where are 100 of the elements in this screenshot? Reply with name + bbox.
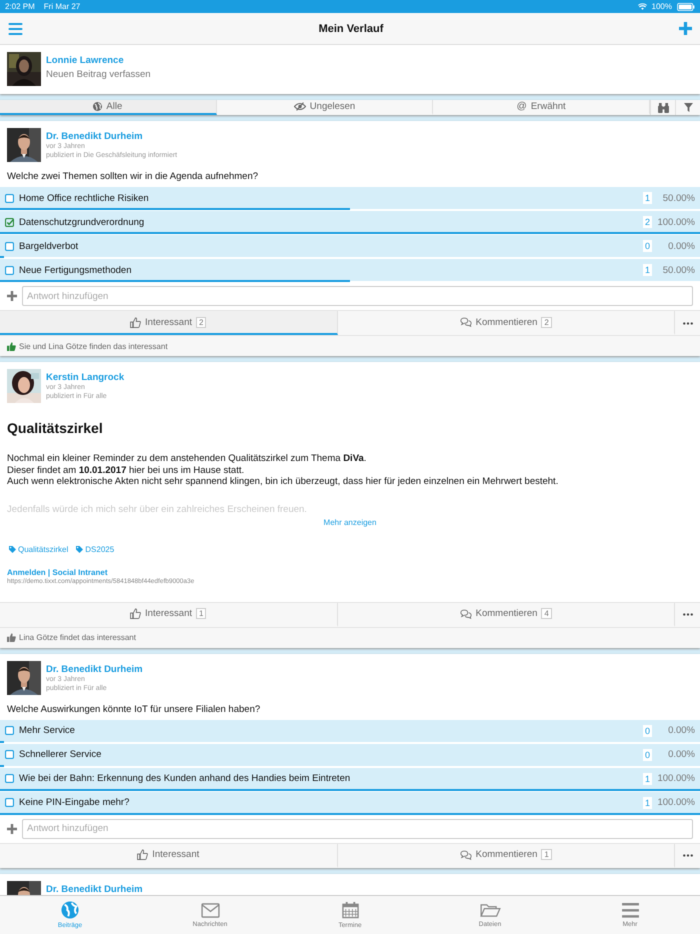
new-post-prompt[interactable]: Neuen Beitrag verfassen bbox=[46, 69, 151, 80]
menu-icon bbox=[622, 902, 638, 918]
checkbox[interactable] bbox=[5, 774, 14, 783]
post-title: Qualitätszirkel bbox=[7, 420, 104, 436]
calendar-icon bbox=[342, 901, 358, 919]
ellipsis-icon bbox=[682, 613, 692, 616]
like-count: 2 bbox=[196, 316, 206, 328]
poll-option[interactable]: Neue Fertigungsmethoden 1 50.00% bbox=[0, 259, 700, 281]
page-title: Mein Verlauf bbox=[318, 22, 384, 34]
vote-percent: 0.00% bbox=[667, 749, 695, 760]
poll-question: Welche Auswirkungen könnte IoT für unsere Filialen haben? bbox=[7, 704, 262, 714]
vote-count: 2 bbox=[642, 216, 652, 228]
poll-option[interactable]: Keine PIN-Eingabe mehr? 1 100.00% bbox=[0, 792, 700, 814]
comments-icon bbox=[460, 317, 472, 327]
add-button[interactable] bbox=[676, 20, 694, 37]
answer-input[interactable]: Antwort hinzufügen bbox=[22, 286, 693, 306]
vote-count: 0 bbox=[642, 748, 652, 760]
vote-percent: 100.00% bbox=[657, 216, 695, 228]
filter-tab[interactable]: @ Erwähnt bbox=[433, 100, 650, 115]
option-label: Keine PIN-Eingabe mehr? bbox=[19, 797, 130, 808]
option-label: Neue Fertigungsmethoden bbox=[19, 264, 132, 276]
checkbox[interactable] bbox=[5, 242, 14, 250]
checkbox[interactable] bbox=[5, 266, 14, 274]
vote-count: 1 bbox=[642, 772, 652, 784]
vote-count: 1 bbox=[642, 192, 652, 204]
thumbs-up-icon bbox=[130, 608, 142, 619]
vote-count: 0 bbox=[642, 724, 652, 736]
body-text: Nochmal ein kleiner Reminder zu dem anstehenden Qualitätszirkel zum Thema DiVa. bbox=[7, 453, 368, 464]
show-more-link[interactable]: Mehr anzeigen bbox=[300, 518, 400, 526]
vote-percent: 100.00% bbox=[657, 797, 695, 808]
tag-icon bbox=[76, 546, 84, 552]
vote-percent: 50.00% bbox=[662, 264, 695, 276]
thumbs-up-icon bbox=[137, 849, 148, 860]
poll-option[interactable]: Schnellerer Service 0 0.00% bbox=[0, 744, 700, 766]
globe-icon bbox=[93, 102, 102, 111]
filter-tab[interactable]: Alle bbox=[0, 100, 217, 115]
poll-question: Welche zwei Themen sollten wir in die Agenda aufnehmen? bbox=[7, 171, 260, 182]
like-count: 1 bbox=[196, 608, 206, 619]
option-label: Datenschutzgrundverordnung bbox=[19, 216, 146, 228]
author-name[interactable]: Dr. Benedikt Durheim bbox=[46, 131, 143, 142]
checkbox[interactable] bbox=[5, 726, 14, 735]
vote-percent: 100.00% bbox=[657, 773, 695, 784]
tag-link[interactable]: DS2025 bbox=[76, 544, 114, 554]
plus-icon bbox=[678, 22, 692, 35]
envelope-icon bbox=[200, 902, 220, 918]
link-title[interactable]: Anmelden | Social Intranet bbox=[7, 568, 108, 576]
poll-option[interactable]: Datenschutzgrundverordnung 2 100.00% bbox=[0, 211, 700, 233]
globe-icon bbox=[61, 901, 79, 919]
ellipsis-icon bbox=[682, 854, 692, 857]
vote-count: 1 bbox=[642, 264, 652, 276]
at-icon: @ bbox=[516, 101, 527, 112]
checkbox[interactable] bbox=[5, 218, 14, 226]
comments-icon bbox=[460, 608, 472, 618]
comment-count: 4 bbox=[541, 608, 552, 619]
checkbox[interactable] bbox=[5, 194, 14, 202]
likes-note: Lina Götze findet das interessant bbox=[19, 633, 136, 642]
plus-icon[interactable] bbox=[7, 291, 17, 301]
poll-option[interactable]: Bargeldverbot 0 0.00% bbox=[0, 235, 700, 257]
vote-percent: 0.00% bbox=[667, 725, 695, 736]
checkbox[interactable] bbox=[5, 798, 14, 807]
tag-icon bbox=[9, 546, 16, 552]
vote-percent: 50.00% bbox=[662, 192, 695, 204]
poll-option[interactable]: Mehr Service 0 0.00% bbox=[0, 720, 700, 742]
option-label: Schnellerer Service bbox=[19, 749, 102, 760]
tag-link[interactable]: Qualitätszirkel bbox=[9, 544, 68, 554]
plus-icon[interactable] bbox=[7, 824, 17, 834]
filter-button[interactable] bbox=[675, 100, 700, 115]
ellipsis-icon bbox=[682, 322, 692, 324]
binoculars-icon bbox=[658, 102, 669, 112]
folder-icon bbox=[480, 902, 500, 918]
checkbox[interactable] bbox=[5, 750, 14, 759]
answer-input[interactable]: Antwort hinzufügen bbox=[22, 818, 693, 838]
battery-percent: 100% bbox=[652, 2, 672, 11]
filter-icon bbox=[684, 103, 693, 112]
composer-card[interactable]: Lonnie Lawrence Neuen Beitrag verfassen bbox=[0, 45, 700, 94]
likes-note: Sie und Lina Götze finden das interessant bbox=[19, 342, 168, 350]
battery-icon bbox=[677, 2, 695, 10]
comments-icon bbox=[460, 850, 472, 860]
status-time: 2:02 PM bbox=[5, 2, 35, 11]
author-name[interactable]: Kerstin Langrock bbox=[46, 372, 124, 383]
vote-count: 1 bbox=[642, 796, 652, 808]
poll-option[interactable]: Wie bei der Bahn: Erkennung des Kunden anhand des Handies beim Eintreten 1 100.00% bbox=[0, 768, 700, 790]
author-name[interactable]: Dr. Benedikt Durheim bbox=[46, 884, 143, 894]
like-button[interactable]: Interessant 2 bbox=[0, 311, 338, 335]
thumbs-up-icon bbox=[7, 633, 16, 642]
eye-slash-icon bbox=[294, 102, 306, 111]
thumbs-up-icon bbox=[130, 316, 142, 328]
author-name[interactable]: Lonnie Lawrence bbox=[46, 55, 124, 66]
menu-icon bbox=[8, 22, 23, 34]
search-button[interactable] bbox=[650, 100, 676, 115]
body-text: Auch wenn elektronische Akten nicht sehr spannend klingen, bin ich überzeugt, dass hier für jeden einzelnen ein Mehrwert besteht. bbox=[7, 476, 560, 488]
body-text: Dieser findet am 10.01.2017 hier bei uns im Hause statt. bbox=[7, 464, 246, 476]
option-label: Wie bei der Bahn: Erkennung des Kunden anhand des Handies beim Eintreten bbox=[19, 773, 352, 784]
thumbs-up-icon bbox=[7, 342, 16, 350]
poll-option[interactable]: Home Office rechtliche Risiken 1 50.00% bbox=[0, 187, 700, 209]
vote-percent: 0.00% bbox=[667, 240, 695, 252]
menu-button[interactable] bbox=[6, 20, 25, 36]
option-label: Bargeldverbot bbox=[19, 240, 80, 252]
author-name[interactable]: Dr. Benedikt Durheim bbox=[46, 664, 143, 674]
filter-tab[interactable]: Ungelesen bbox=[216, 100, 434, 115]
